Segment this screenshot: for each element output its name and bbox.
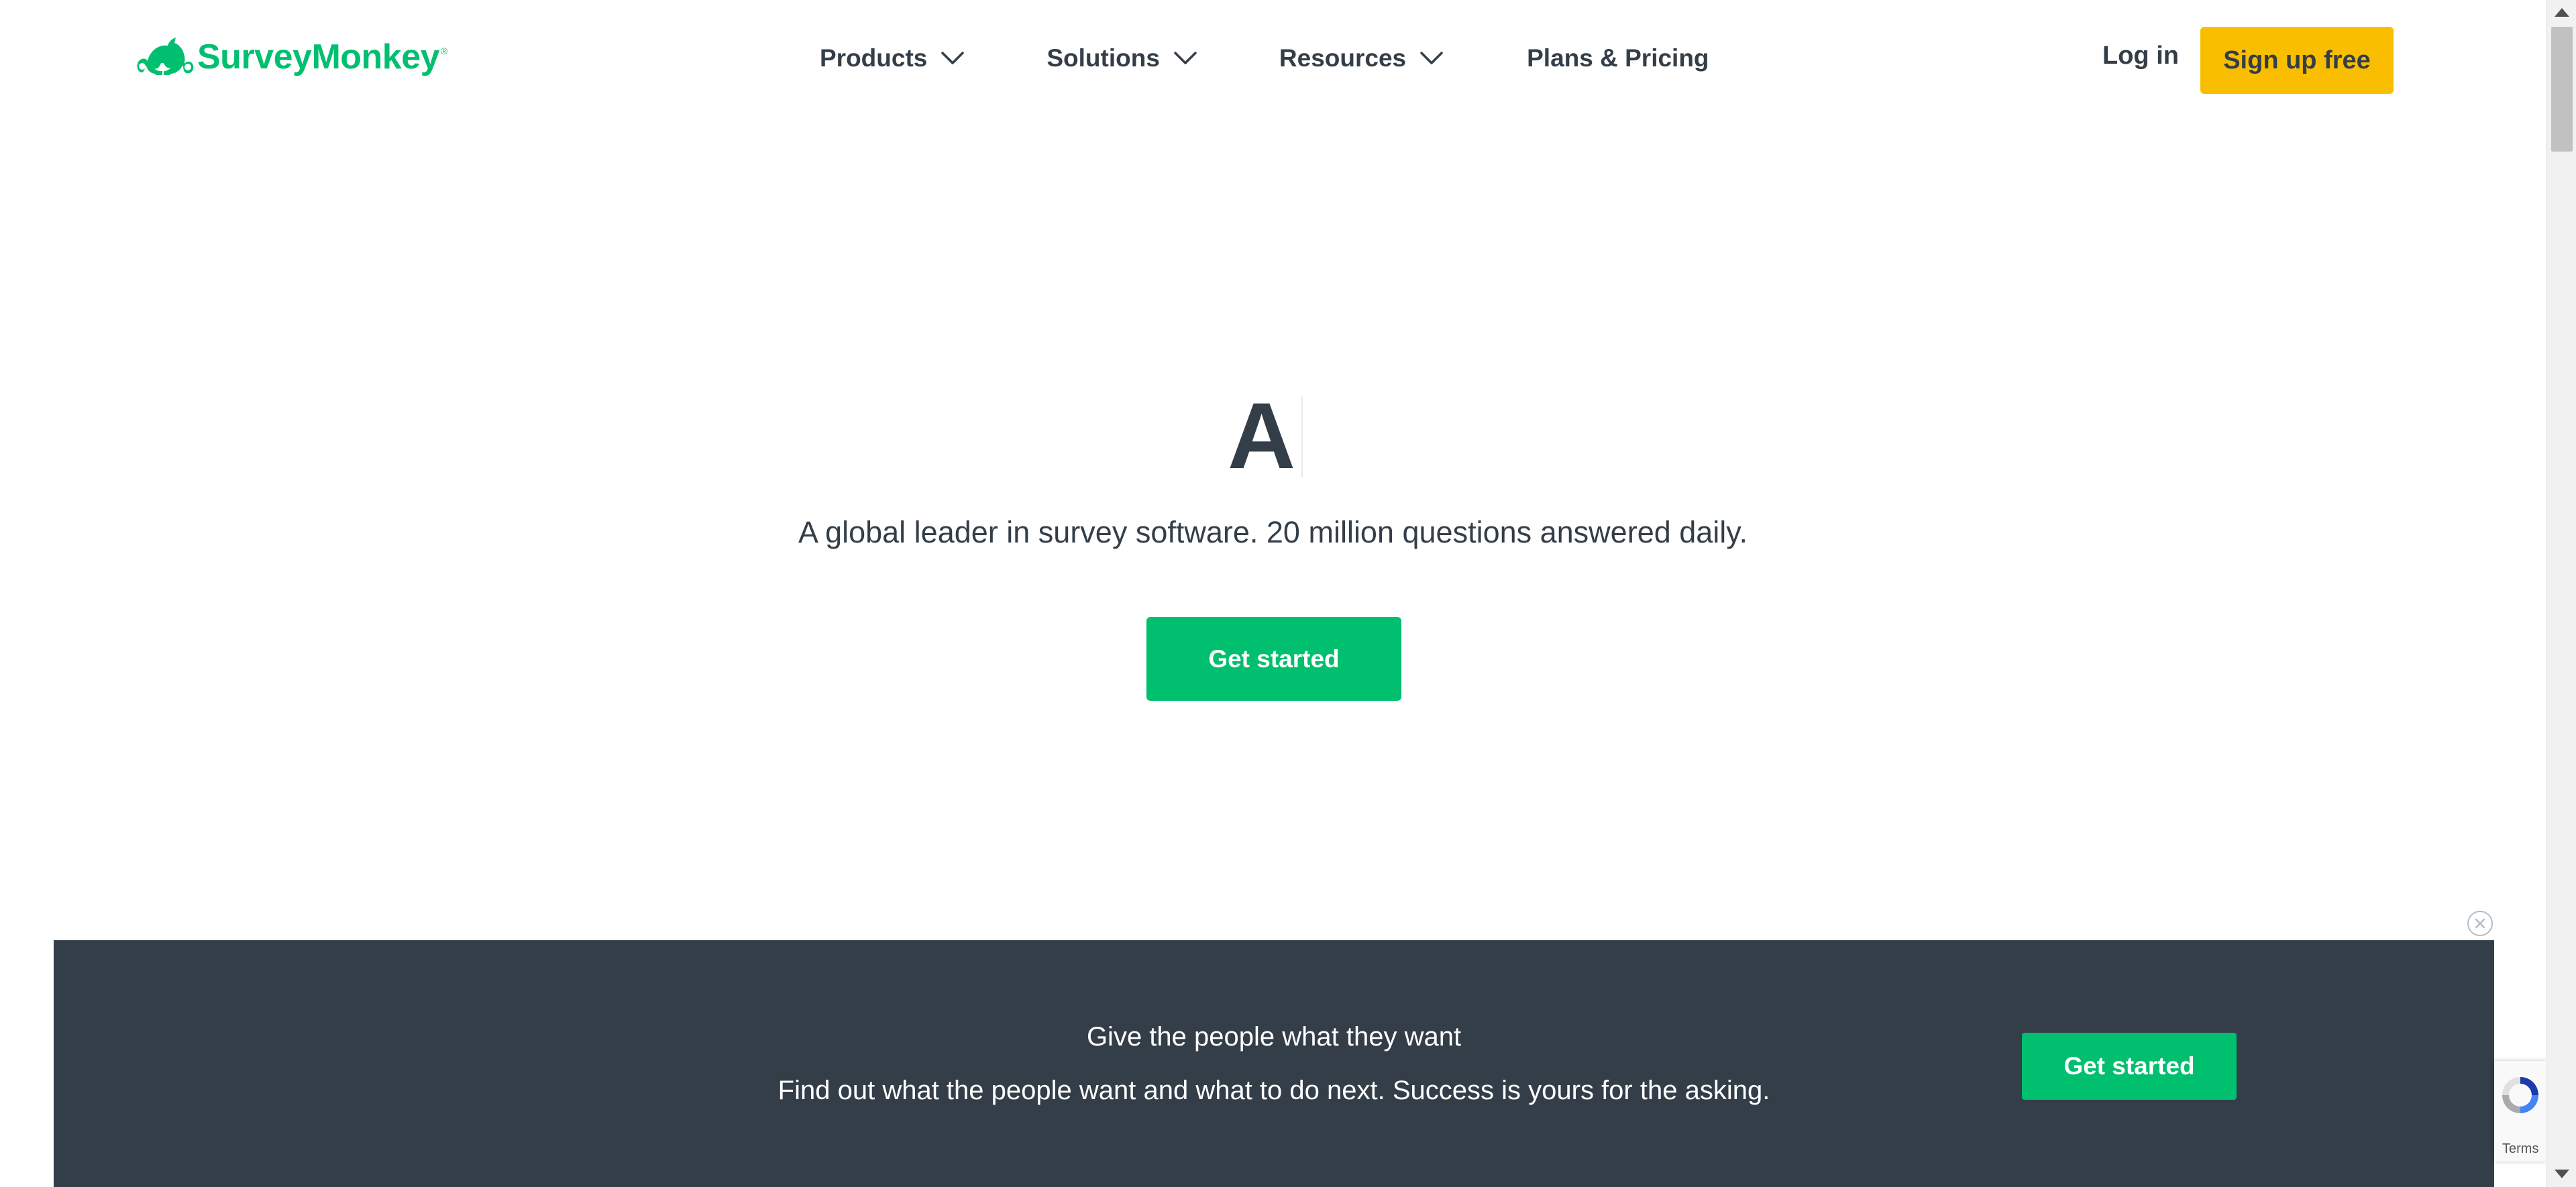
chevron-down-icon <box>1420 52 1443 64</box>
banner-get-started-label: Get started <box>2063 1052 2195 1080</box>
scrollbar-thumb[interactable] <box>2551 27 2573 152</box>
nav-plans-pricing-label: Plans & Pricing <box>1527 44 1709 72</box>
nav-plans-pricing[interactable]: Plans & Pricing <box>1527 44 1709 72</box>
banner-get-started-button[interactable]: Get started <box>2022 1033 2237 1100</box>
hero-get-started-label: Get started <box>1208 644 1340 673</box>
nav-solutions[interactable]: Solutions <box>1046 44 1197 72</box>
signup-button[interactable]: Sign up free <box>2200 27 2394 94</box>
vertical-scrollbar[interactable] <box>2546 0 2576 1187</box>
surveymonkey-logo[interactable]: SurveyMonkey ® <box>133 34 447 80</box>
recaptcha-badge[interactable]: Terms <box>2494 1061 2546 1162</box>
nav-products[interactable]: Products <box>820 44 965 72</box>
registered-mark: ® <box>441 46 448 56</box>
banner-close-button[interactable] <box>2467 911 2493 936</box>
close-circle-icon <box>2475 918 2485 929</box>
monkey-logo-icon <box>137 38 194 75</box>
site-header: SurveyMonkey ® Products Solutions Resour… <box>0 0 2546 121</box>
typing-caret <box>1301 396 1303 477</box>
login-link[interactable]: Log in <box>2102 42 2179 70</box>
hero-get-started-button[interactable]: Get started <box>1146 617 1401 701</box>
nav-resources[interactable]: Resources <box>1279 44 1444 72</box>
recaptcha-icon <box>2502 1077 2538 1113</box>
recaptcha-terms-link[interactable]: Terms <box>2502 1141 2538 1157</box>
signup-button-label: Sign up free <box>2223 46 2371 74</box>
logo-text: SurveyMonkey <box>197 38 440 76</box>
nav-resources-label: Resources <box>1279 44 1407 72</box>
chevron-down-icon <box>1174 52 1197 64</box>
nav-products-label: Products <box>820 44 928 72</box>
chevron-down-icon <box>941 52 965 64</box>
hero-subtitle: A global leader in survey software. 20 m… <box>798 515 1748 549</box>
scroll-up-arrow-icon[interactable] <box>2555 8 2569 17</box>
promo-banner: Give the people what they want Find out … <box>54 940 2494 1187</box>
nav-solutions-label: Solutions <box>1046 44 1160 72</box>
main-nav: Products Solutions Resources Plans & Pri… <box>820 38 1709 79</box>
scroll-down-arrow-icon[interactable] <box>2555 1170 2569 1178</box>
hero-typed-word: A <box>1228 383 1296 488</box>
page: SurveyMonkey ® Products Solutions Resour… <box>0 0 2576 1187</box>
